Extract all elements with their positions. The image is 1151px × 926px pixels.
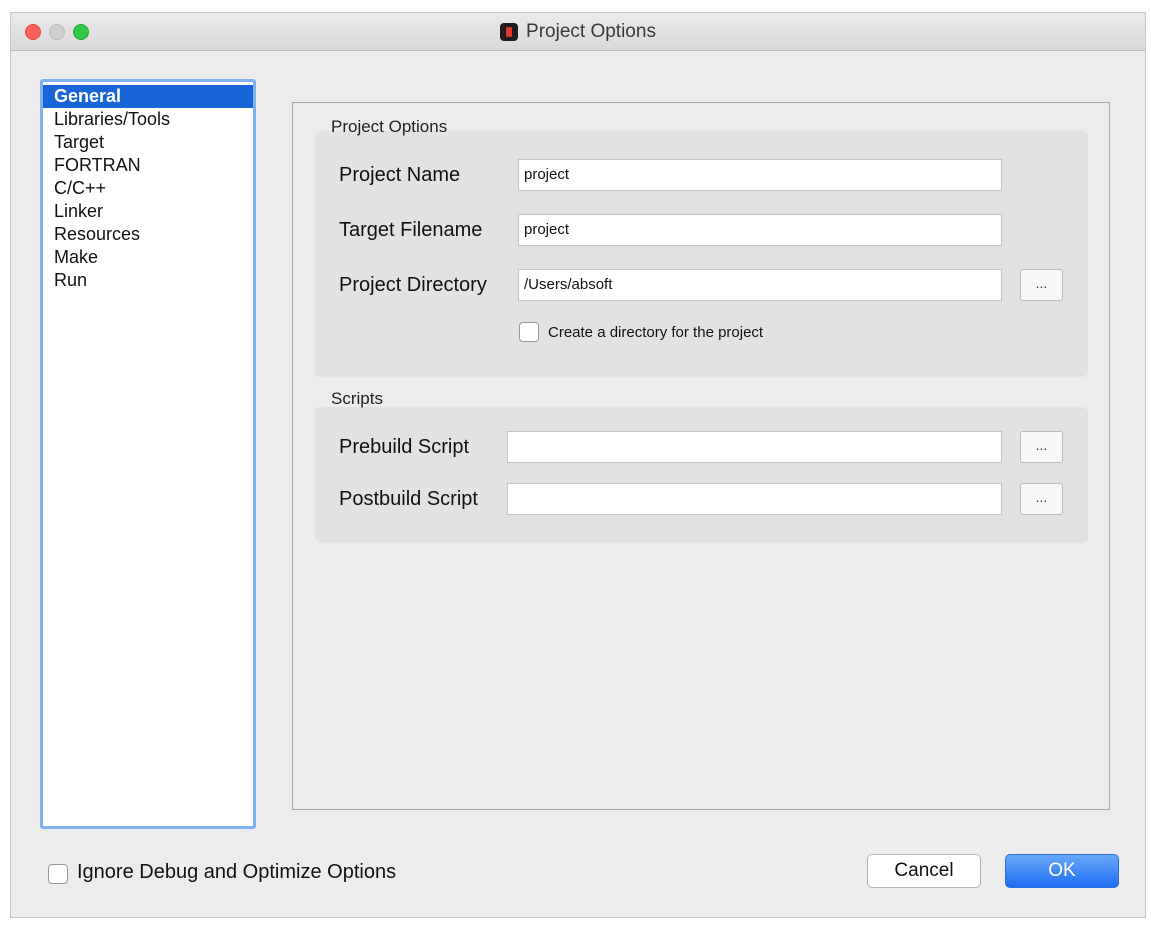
project-directory-field[interactable]: /Users/absoft bbox=[518, 269, 1002, 301]
absoft-app-icon bbox=[500, 23, 519, 41]
ignore-debug-optimize-label: Ignore Debug and Optimize Options bbox=[77, 861, 397, 883]
prebuild-script-field[interactable] bbox=[507, 431, 1002, 463]
cancel-button[interactable]: Cancel bbox=[867, 854, 981, 888]
scripts-group-title: Scripts bbox=[331, 389, 383, 408]
project-directory-label: Project Directory bbox=[339, 274, 487, 296]
scripts-group bbox=[315, 407, 1088, 543]
title-bar: Project Options bbox=[11, 13, 1145, 51]
settings-panel: Project Options Project Name project Tar… bbox=[292, 102, 1110, 810]
category-item-fortran[interactable]: FORTRAN bbox=[43, 154, 253, 177]
postbuild-script-browse-button[interactable]: ... bbox=[1020, 483, 1063, 515]
ignore-debug-optimize-checkbox[interactable] bbox=[48, 864, 68, 884]
category-item-c-cpp[interactable]: C/C++ bbox=[43, 177, 253, 200]
project-name-field[interactable]: project bbox=[518, 159, 1002, 191]
project-options-group-title: Project Options bbox=[331, 117, 448, 136]
category-item-make[interactable]: Make bbox=[43, 246, 253, 269]
category-item-run[interactable]: Run bbox=[43, 269, 253, 292]
category-item-target[interactable]: Target bbox=[43, 131, 253, 154]
create-directory-checkbox[interactable] bbox=[519, 322, 539, 342]
category-list[interactable]: General Libraries/Tools Target FORTRAN C… bbox=[40, 79, 256, 829]
category-item-general[interactable]: General bbox=[43, 85, 253, 108]
postbuild-script-label: Postbuild Script bbox=[339, 488, 478, 510]
target-filename-field[interactable]: project bbox=[518, 214, 1002, 246]
project-name-label: Project Name bbox=[339, 164, 461, 186]
project-options-window: Project Options General Libraries/Tools … bbox=[10, 12, 1146, 918]
category-item-resources[interactable]: Resources bbox=[43, 223, 253, 246]
ok-button[interactable]: OK bbox=[1005, 854, 1119, 888]
window-title-group: Project Options bbox=[11, 13, 1145, 51]
window-title: Project Options bbox=[526, 21, 656, 42]
prebuild-script-browse-button[interactable]: ... bbox=[1020, 431, 1063, 463]
category-item-linker[interactable]: Linker bbox=[43, 200, 253, 223]
postbuild-script-field[interactable] bbox=[507, 483, 1002, 515]
category-item-libraries-tools[interactable]: Libraries/Tools bbox=[43, 108, 253, 131]
prebuild-script-label: Prebuild Script bbox=[339, 436, 470, 458]
project-directory-browse-button[interactable]: ... bbox=[1020, 269, 1063, 301]
create-directory-label: Create a directory for the project bbox=[548, 324, 764, 341]
target-filename-label: Target Filename bbox=[339, 219, 483, 241]
